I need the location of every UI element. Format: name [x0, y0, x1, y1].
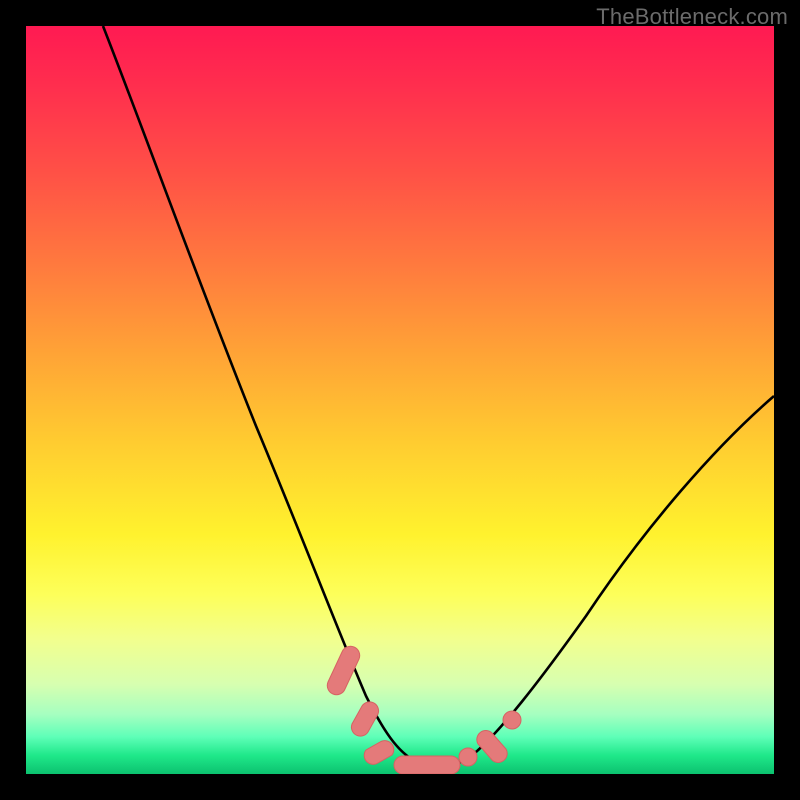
marker-dot	[503, 711, 521, 729]
marker-group	[327, 646, 521, 774]
watermark-text: TheBottleneck.com	[596, 4, 788, 30]
marker-capsule	[364, 741, 394, 765]
chart-frame: TheBottleneck.com	[0, 0, 800, 800]
marker-capsule	[477, 731, 507, 763]
bottleneck-curve	[103, 26, 774, 767]
marker-capsule	[351, 702, 378, 736]
marker-capsule	[394, 756, 460, 774]
marker-dot	[459, 748, 477, 766]
chart-svg	[26, 26, 774, 774]
plot-area	[26, 26, 774, 774]
